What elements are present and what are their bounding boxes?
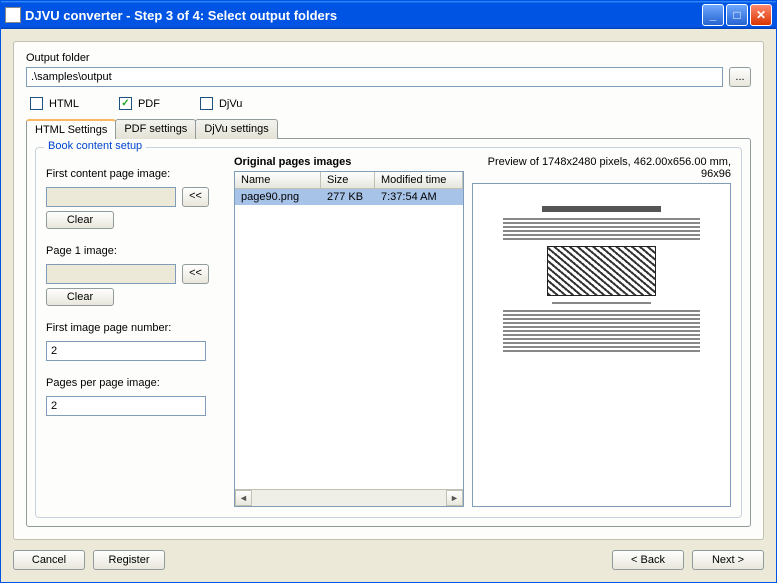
button-row: Cancel Register < Back Next > <box>13 540 764 570</box>
pdf-checkbox-label: PDF <box>138 98 160 110</box>
tab-pdf-settings[interactable]: PDF settings <box>115 119 196 139</box>
browse-button[interactable]: ... <box>729 67 751 87</box>
list-title: Original pages images <box>234 156 464 168</box>
preview-heading <box>542 206 660 212</box>
preview-info: Preview of 1748x2480 pixels, 462.00x656.… <box>472 156 731 180</box>
col-size[interactable]: Size <box>321 172 375 188</box>
app-icon <box>5 7 21 23</box>
cell-name: page90.png <box>235 189 321 205</box>
col-time[interactable]: Modified time <box>375 172 463 188</box>
content: Output folder ... HTML ✓PDF DjVu HTML Se… <box>1 29 776 582</box>
fieldset-legend: Book content setup <box>44 140 146 152</box>
col-name[interactable]: Name <box>235 172 321 188</box>
assign-first-content-button[interactable]: << <box>182 187 209 207</box>
cancel-button[interactable]: Cancel <box>13 550 85 570</box>
back-button[interactable]: < Back <box>612 550 684 570</box>
format-checkboxes: HTML ✓PDF DjVu <box>26 97 751 110</box>
djvu-checkbox-label: DjVu <box>219 98 242 110</box>
next-button[interactable]: Next > <box>692 550 764 570</box>
book-content-fieldset: Book content setup First content page im… <box>35 147 742 518</box>
tab-djvu-settings[interactable]: DjVu settings <box>195 119 277 139</box>
output-folder-input[interactable] <box>26 67 723 87</box>
pages-per-input[interactable] <box>46 396 206 416</box>
preview-illustration <box>547 246 655 296</box>
main-panel: Output folder ... HTML ✓PDF DjVu HTML Se… <box>13 41 764 540</box>
html-checkbox[interactable]: HTML <box>30 97 79 110</box>
tabs: HTML Settings PDF settings DjVu settings <box>26 118 751 138</box>
html-checkbox-label: HTML <box>49 98 79 110</box>
tab-html-settings[interactable]: HTML Settings <box>26 119 116 139</box>
preview-box <box>472 183 731 507</box>
preview-paragraph-2 <box>503 310 700 352</box>
list-item[interactable]: page90.png 277 KB 7:37:54 AM <box>235 189 463 205</box>
clear-page1-button[interactable]: Clear <box>46 288 114 306</box>
output-folder-label: Output folder <box>26 52 751 64</box>
cell-time: 7:37:54 AM <box>375 189 463 205</box>
register-button[interactable]: Register <box>93 550 165 570</box>
titlebar[interactable]: DJVU converter - Step 3 of 4: Select out… <box>1 1 776 29</box>
preview-page <box>487 198 716 492</box>
page1-label: Page 1 image: <box>46 245 226 257</box>
list-header: Name Size Modified time <box>235 172 463 189</box>
first-content-label: First content page image: <box>46 168 226 180</box>
pdf-checkbox[interactable]: ✓PDF <box>119 97 160 110</box>
scroll-left-button[interactable]: ◄ <box>235 490 252 506</box>
scroll-track[interactable] <box>252 490 446 506</box>
page1-input[interactable] <box>46 264 176 284</box>
scroll-right-button[interactable]: ► <box>446 490 463 506</box>
first-num-input[interactable] <box>46 341 206 361</box>
first-content-input[interactable] <box>46 187 176 207</box>
window: DJVU converter - Step 3 of 4: Select out… <box>0 0 777 583</box>
preview-paragraph <box>503 218 700 240</box>
maximize-button[interactable]: □ <box>726 4 748 26</box>
minimize-button[interactable]: _ <box>702 4 724 26</box>
djvu-checkbox[interactable]: DjVu <box>200 97 242 110</box>
images-list[interactable]: Name Size Modified time page90.png 277 K… <box>234 171 464 507</box>
window-title: DJVU converter - Step 3 of 4: Select out… <box>25 8 702 23</box>
assign-page1-button[interactable]: << <box>182 264 209 284</box>
right-column: Preview of 1748x2480 pixels, 462.00x656.… <box>472 156 731 507</box>
preview-caption <box>552 302 651 304</box>
clear-first-content-button[interactable]: Clear <box>46 211 114 229</box>
close-button[interactable]: ✕ <box>750 4 772 26</box>
pages-per-label: Pages per page image: <box>46 377 226 389</box>
tab-body: Book content setup First content page im… <box>26 138 751 527</box>
center-column: Original pages images Name Size Modified… <box>234 156 464 507</box>
cell-size: 277 KB <box>321 189 375 205</box>
horizontal-scrollbar[interactable]: ◄ ► <box>235 489 463 506</box>
left-column: First content page image: << Clear Page … <box>46 156 226 507</box>
first-num-label: First image page number: <box>46 322 226 334</box>
